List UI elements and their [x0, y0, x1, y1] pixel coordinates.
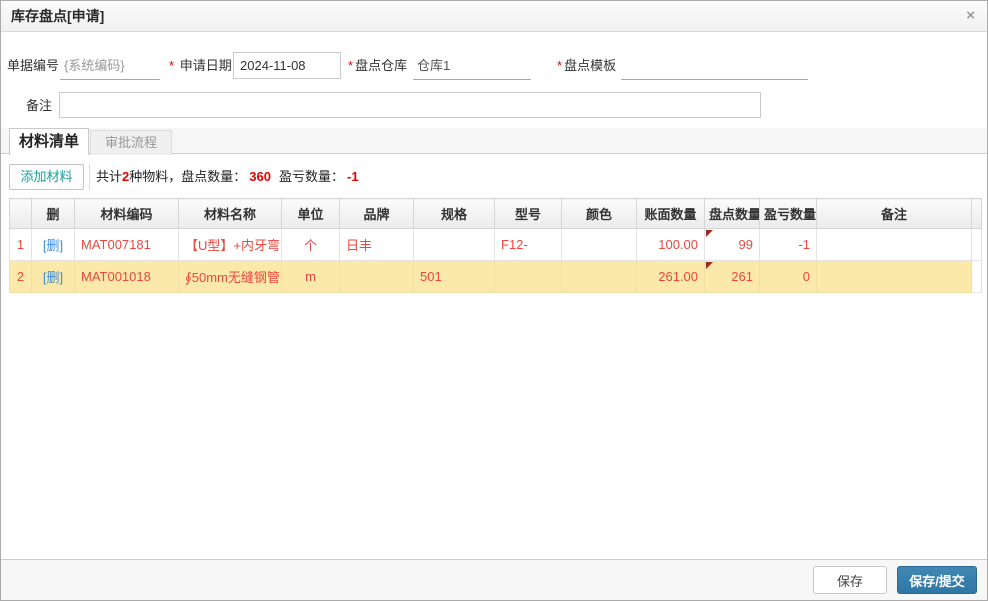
- cell-diff-qty: 0: [759, 260, 817, 293]
- edited-marker: [706, 262, 713, 269]
- delete-row-link[interactable]: [删]: [31, 228, 75, 261]
- apply-date-label: * 申请日期: [169, 58, 232, 73]
- table-header-row: 删 材料编码 材料名称 单位 品牌 规格 型号 颜色 账面数量 盘点数量 盈亏数…: [9, 198, 982, 229]
- summary-prefix: 共计: [96, 169, 123, 184]
- save-button[interactable]: 保存: [813, 566, 887, 594]
- doc-no-field[interactable]: {系统编码}: [60, 52, 160, 80]
- doc-no-label: 单据编号: [7, 58, 60, 73]
- remark-input[interactable]: [59, 92, 761, 118]
- col-model: 型号: [494, 198, 562, 229]
- apply-date-input[interactable]: [233, 52, 341, 79]
- dialog-footer: 保存 保存/提交: [1, 559, 987, 600]
- col-rownum: [9, 198, 32, 229]
- warehouse-label: * 盘点仓库: [348, 58, 408, 73]
- cell-brand: [339, 260, 414, 293]
- summary-diff: -1: [346, 169, 359, 184]
- summary-mid2: 盈亏数量：: [278, 169, 344, 184]
- cell-spec: [413, 228, 495, 261]
- remark-label: 备注: [26, 98, 53, 113]
- cell-remark[interactable]: [816, 260, 972, 293]
- col-remark: 备注: [816, 198, 972, 229]
- toolbar-divider: [89, 164, 90, 190]
- materials-table: 删 材料编码 材料名称 单位 品牌 规格 型号 颜色 账面数量 盘点数量 盈亏数…: [9, 198, 982, 293]
- cell-brand: 日丰: [339, 228, 414, 261]
- col-diff-qty: 盈亏数量: [759, 198, 817, 229]
- dialog-title: 库存盘点[申请]: [11, 8, 105, 24]
- col-unit: 单位: [281, 198, 340, 229]
- cell-material-name: 【U型】+内牙弯: [178, 228, 282, 261]
- summary-text: 共计2种物料，盘点数量： 360 盈亏数量： -1: [96, 164, 359, 190]
- col-count-qty: 盘点数量: [704, 198, 760, 229]
- save-submit-button[interactable]: 保存/提交: [897, 566, 977, 594]
- cell-remark[interactable]: [816, 228, 972, 261]
- cell-model: F12-: [494, 228, 562, 261]
- cell-book-qty: 261.00: [636, 260, 705, 293]
- cell-material-code: MAT007181: [74, 228, 179, 261]
- warehouse-field[interactable]: 仓库1: [413, 52, 531, 80]
- required-star: *: [348, 58, 354, 73]
- template-label: * 盘点模板: [557, 58, 617, 73]
- delete-row-link[interactable]: [删]: [31, 260, 75, 293]
- edited-marker: [706, 230, 713, 237]
- template-field[interactable]: [621, 52, 808, 80]
- table-row-selected[interactable]: 2 [删] MAT001018 ∮50mm无缝钢管 m 501 261.00 2…: [9, 260, 982, 293]
- col-material-name: 材料名称: [178, 198, 282, 229]
- cell-color: [561, 260, 637, 293]
- table-row[interactable]: 1 [删] MAT007181 【U型】+内牙弯 个 日丰 F12- 100.0…: [9, 228, 982, 261]
- cell-book-qty: 100.00: [636, 228, 705, 261]
- col-book-qty: 账面数量: [636, 198, 705, 229]
- cell-color: [561, 228, 637, 261]
- cell-unit: 个: [281, 228, 340, 261]
- tab-material-list[interactable]: 材料清单: [9, 128, 89, 155]
- required-star: *: [557, 58, 563, 73]
- cell-spec: 501: [413, 260, 495, 293]
- col-spec: 规格: [413, 198, 495, 229]
- cell-rownum: 1: [9, 228, 32, 261]
- col-material-code: 材料编码: [74, 198, 179, 229]
- dialog-titlebar: 库存盘点[申请] ×: [1, 1, 987, 32]
- tab-approval-flow[interactable]: 审批流程: [90, 130, 172, 155]
- required-star: *: [169, 58, 175, 73]
- close-icon[interactable]: ×: [966, 1, 975, 31]
- add-material-button[interactable]: 添加材料: [9, 164, 84, 190]
- cell-scroll-strip: [971, 228, 982, 261]
- cell-material-name: ∮50mm无缝钢管: [178, 260, 282, 293]
- cell-scroll-strip: [971, 260, 982, 293]
- col-brand: 品牌: [339, 198, 414, 229]
- cell-count-qty[interactable]: 261: [704, 260, 760, 293]
- cell-unit: m: [281, 260, 340, 293]
- col-scroll-strip: [971, 198, 982, 229]
- summary-total: 360: [249, 169, 271, 184]
- cell-material-code: MAT001018: [74, 260, 179, 293]
- inventory-count-dialog: 库存盘点[申请] × 单据编号 {系统编码} * 申请日期 *盘点仓库 仓库1 …: [0, 0, 988, 601]
- col-delete: 删: [31, 198, 75, 229]
- cell-model: [494, 260, 562, 293]
- cell-count-qty[interactable]: 99: [704, 228, 760, 261]
- col-color: 颜色: [561, 198, 637, 229]
- cell-diff-qty: -1: [759, 228, 817, 261]
- cell-rownum: 2: [9, 260, 32, 293]
- summary-mid1: 种物料，盘点数量：: [129, 169, 247, 184]
